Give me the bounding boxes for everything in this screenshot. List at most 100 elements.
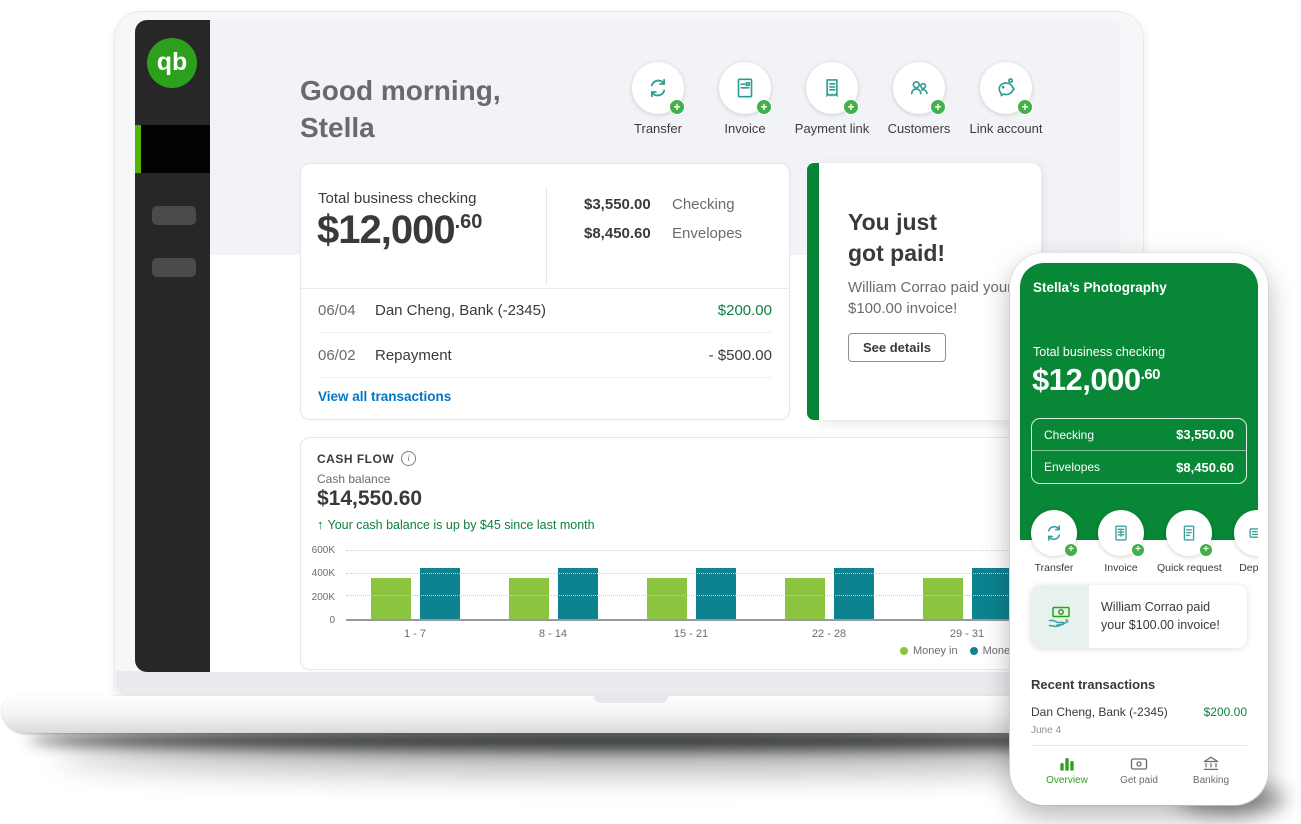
phone-action-label: Quick request <box>1157 562 1221 574</box>
quick-action-link-account[interactable]: + Link account <box>961 62 1051 136</box>
bar-money-out <box>834 568 874 619</box>
phone-account-row[interactable]: Envelopes $8,450.60 <box>1032 451 1246 483</box>
accounts-breakdown: $3,550.00 Checking $8,450.60 Envelopes <box>584 196 742 254</box>
got-paid-title-line2: got paid! <box>848 238 945 269</box>
phone-action-transfer[interactable]: + Transfer <box>1022 510 1086 574</box>
quickbooks-logo[interactable]: qb <box>147 38 197 88</box>
nav-label: Banking <box>1175 775 1247 786</box>
x-axis-label: 22 - 28 <box>760 628 898 640</box>
transaction-amount: $200.00 <box>1204 705 1247 719</box>
nav-label: Get paid <box>1103 775 1175 786</box>
cashflow-card: CASH FLOW i Cash balance $14,550.60 ↑You… <box>300 437 1040 670</box>
quick-action-invoice[interactable]: + Invoice <box>700 62 790 136</box>
quick-action-customers[interactable]: + Customers <box>874 62 964 136</box>
phone-transaction-row[interactable]: Dan Cheng, Bank (-2345) $200.00 <box>1031 705 1247 719</box>
account-row: $3,550.00 Checking <box>584 196 742 213</box>
bar-money-out <box>558 568 598 619</box>
got-paid-title-line1: You just <box>848 207 945 238</box>
quick-action-transfer[interactable]: + Transfer <box>613 62 703 136</box>
x-axis-label: 1 - 7 <box>346 628 484 640</box>
greeting-line1: Good morning, <box>300 72 501 109</box>
sidebar-menu-placeholder-1[interactable] <box>152 206 196 225</box>
quick-action-label: Payment link <box>787 121 877 136</box>
transaction-row[interactable]: 06/04 Dan Cheng, Bank (-2345) $200.00 <box>318 288 772 333</box>
see-details-button[interactable]: See details <box>848 333 946 362</box>
bar-money-out <box>972 568 1012 619</box>
bar-group <box>484 551 622 619</box>
cashflow-bars <box>346 551 1036 619</box>
phone-action-quick-request[interactable]: + Quick request <box>1157 510 1221 574</box>
customers-icon: + <box>893 62 945 114</box>
payment-notification-card[interactable]: William Corrao paid your $100.00 invoice… <box>1031 585 1247 648</box>
phone-account-row[interactable]: Checking $3,550.00 <box>1032 419 1246 451</box>
nav-get-paid[interactable]: Get paid <box>1103 755 1175 795</box>
transaction-description: Dan Cheng, Bank (-2345) <box>375 302 718 319</box>
marketing-composite: qb Good morning, Stella + <box>0 0 1301 824</box>
paid-card-accent-bar <box>807 163 819 420</box>
phone-action-label: Deposit <box>1225 562 1258 574</box>
nav-overview[interactable]: Overview <box>1031 755 1103 795</box>
bar-group <box>760 551 898 619</box>
total-balance: $12,000.60 <box>317 208 482 253</box>
nav-banking[interactable]: Banking <box>1175 755 1247 795</box>
nav-label: Overview <box>1031 775 1103 786</box>
sidebar-menu-placeholder-2[interactable] <box>152 258 196 277</box>
x-axis-label: 8 - 14 <box>484 628 622 640</box>
payment-link-icon: + <box>806 62 858 114</box>
checking-card: Total business checking $12,000.60 $3,55… <box>300 163 790 420</box>
divider <box>546 188 547 284</box>
laptop-bezel-bottom <box>116 671 1142 697</box>
y-axis-tick: 200K <box>312 592 335 603</box>
plus-badge-icon: + <box>930 99 946 115</box>
transaction-amount: $200.00 <box>718 302 772 319</box>
laptop-screen: qb Good morning, Stella + <box>135 20 1121 672</box>
sidebar-active-item[interactable] <box>135 125 210 173</box>
phone-screen: Stella’s Photography Total business chec… <box>1020 263 1258 795</box>
transfer-icon: + <box>632 62 684 114</box>
recent-transactions-title: Recent transactions <box>1031 677 1155 692</box>
y-axis-tick: 600K <box>312 545 335 556</box>
quick-action-payment-link[interactable]: + Payment link <box>787 62 877 136</box>
up-arrow-icon: ↑ <box>317 517 324 532</box>
plus-badge-icon: + <box>1131 543 1145 557</box>
transfer-icon: + <box>1031 510 1077 556</box>
phone-action-deposit[interactable]: + Deposit <box>1225 510 1258 574</box>
cash-trend: ↑ Your cash balance is up by $45 since la… <box>317 517 595 532</box>
quick-action-label: Customers <box>874 121 964 136</box>
notification-text: William Corrao paid your $100.00 invoice… <box>1089 585 1247 648</box>
phone-action-invoice[interactable]: + Invoice <box>1089 510 1153 574</box>
business-name: Stella’s Photography <box>1033 280 1167 295</box>
sidebar: qb <box>135 20 210 672</box>
deposit-icon: + <box>1234 510 1258 556</box>
invoice-icon: + <box>719 62 771 114</box>
phone-action-label: Invoice <box>1089 562 1153 574</box>
cashflow-header: CASH FLOW i <box>317 451 416 466</box>
greeting-line2: Stella <box>300 109 501 146</box>
phone-total-balance: $12,000.60 <box>1032 362 1160 398</box>
transaction-date: June 4 <box>1031 725 1061 736</box>
gridline <box>346 595 1036 596</box>
info-icon[interactable]: i <box>401 451 416 466</box>
cash-trend-text: Your cash balance is up by $45 since las… <box>328 518 595 532</box>
bar-group <box>346 551 484 619</box>
phone-bottom-nav: Overview Get paid Banking <box>1031 745 1247 795</box>
plus-badge-icon: + <box>1017 99 1033 115</box>
transaction-amount: - $500.00 <box>709 347 772 364</box>
transaction-date: 06/04 <box>318 302 375 319</box>
transaction-row[interactable]: 06/02 Repayment - $500.00 <box>318 333 772 378</box>
got-paid-card: You just got paid! William Corrao paid y… <box>819 163 1041 420</box>
quick-action-label: Link account <box>961 121 1051 136</box>
transaction-description: Repayment <box>375 347 709 364</box>
account-label: Envelopes <box>1044 460 1100 474</box>
account-label: Checking <box>1044 428 1094 442</box>
plus-badge-icon: + <box>843 99 859 115</box>
view-all-transactions-link[interactable]: View all transactions <box>318 389 451 404</box>
account-label: Checking <box>672 196 735 213</box>
y-axis-tick: 400K <box>312 568 335 579</box>
phone-balance-label: Total business checking <box>1033 345 1165 359</box>
legend-money-in: Money in <box>900 645 958 657</box>
phone-green-panel: Stella’s Photography Total business chec… <box>1020 263 1258 540</box>
gridline <box>346 550 1036 551</box>
y-axis-tick: 0 <box>329 615 335 626</box>
money-hand-icon <box>1031 585 1089 648</box>
